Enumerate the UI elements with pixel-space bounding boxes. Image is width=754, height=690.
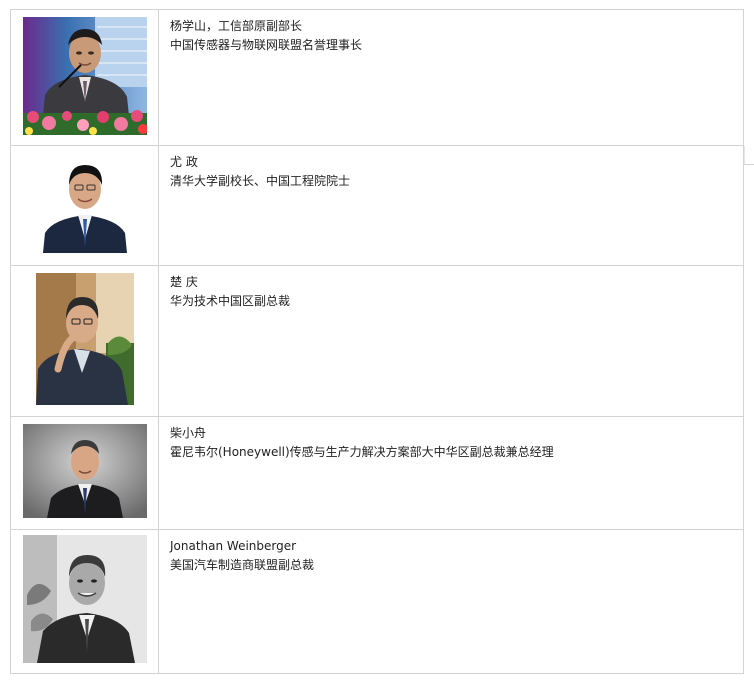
photo-cell <box>10 9 159 146</box>
scroll-edge-mark <box>744 146 754 165</box>
person-name: 楚 庆 <box>170 275 198 289</box>
portrait-photo <box>22 424 147 518</box>
photo-cell <box>10 145 159 266</box>
person-title: 清华大学副校长、中国工程院院士 <box>170 174 351 188</box>
person-name: Jonathan Weinberger <box>170 539 297 553</box>
info-cell: Jonathan Weinberger 美国汽车制造商联盟副总裁 <box>158 529 744 674</box>
portrait-photo <box>35 273 134 405</box>
photo-cell <box>10 416 159 530</box>
table-row: 尤 政 清华大学副校长、中国工程院院士 <box>10 145 744 266</box>
person-title: 霍尼韦尔(Honeywell)传感与生产力解决方案部大中华区副总裁兼总经理 <box>170 445 554 459</box>
info-cell: 尤 政 清华大学副校长、中国工程院院士 <box>158 145 744 266</box>
person-name: 尤 政 <box>170 155 198 169</box>
person-name: 柴小舟 <box>170 426 207 440</box>
photo-cell <box>10 529 159 674</box>
table-row: 柴小舟 霍尼韦尔(Honeywell)传感与生产力解决方案部大中华区副总裁兼总经… <box>10 416 744 530</box>
person-title: 华为技术中国区副总裁 <box>170 294 291 308</box>
portrait-photo <box>22 535 147 663</box>
table-row: Jonathan Weinberger 美国汽车制造商联盟副总裁 <box>10 529 744 674</box>
person-title: 中国传感器与物联网联盟名誉理事长 <box>170 38 363 52</box>
person-name: 杨学山，工信部原副部长 <box>170 19 303 33</box>
page: 杨学山，工信部原副部长 中国传感器与物联网联盟名誉理事长 尤 政 清华大学副校长… <box>0 0 754 690</box>
person-title: 美国汽车制造商联盟副总裁 <box>170 558 315 572</box>
portrait-photo <box>22 17 147 135</box>
info-cell: 杨学山，工信部原副部长 中国传感器与物联网联盟名誉理事长 <box>158 9 744 146</box>
portrait-photo <box>40 155 129 253</box>
table-row: 楚 庆 华为技术中国区副总裁 <box>10 265 744 417</box>
photo-cell <box>10 265 159 417</box>
people-table: 杨学山，工信部原副部长 中国传感器与物联网联盟名誉理事长 尤 政 清华大学副校长… <box>10 9 744 674</box>
info-cell: 柴小舟 霍尼韦尔(Honeywell)传感与生产力解决方案部大中华区副总裁兼总经… <box>158 416 744 530</box>
table-row: 杨学山，工信部原副部长 中国传感器与物联网联盟名誉理事长 <box>10 9 744 146</box>
info-cell: 楚 庆 华为技术中国区副总裁 <box>158 265 744 417</box>
